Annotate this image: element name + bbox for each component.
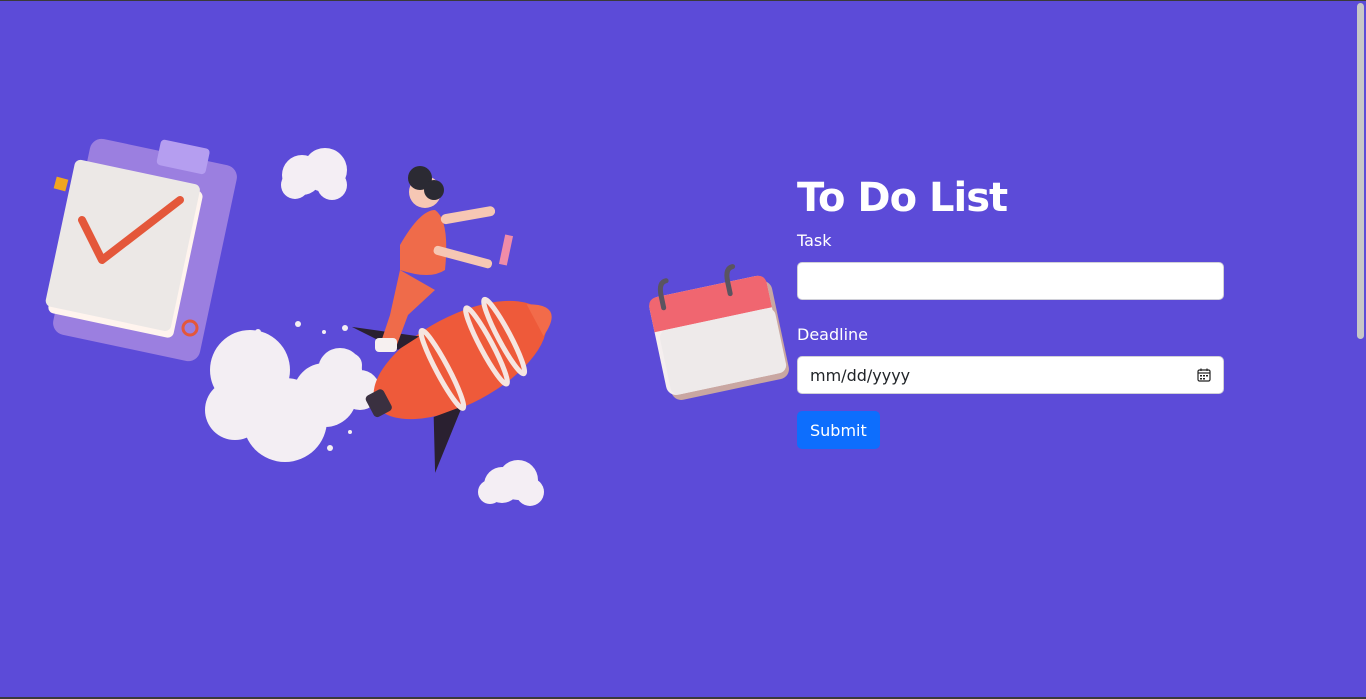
clipboard-checkmark-illustration [45, 138, 237, 362]
submit-button[interactable]: Submit [797, 411, 880, 449]
window-top-border [0, 0, 1366, 1]
rocket-rider-illustration [45, 138, 552, 506]
deadline-label: Deadline [797, 325, 868, 344]
deadline-input[interactable]: mm/dd/yyyy [810, 366, 910, 385]
deadline-field[interactable]: mm/dd/yyyy [797, 356, 1224, 394]
scrollbar-track[interactable] [1356, 1, 1366, 697]
todo-form: To Do List Task Deadline mm/dd/yyyy Subm… [797, 172, 1224, 449]
calendar-illustration [649, 264, 789, 400]
scrollbar-thumb[interactable] [1357, 3, 1364, 339]
task-field[interactable] [797, 262, 1224, 300]
task-input[interactable] [810, 270, 1211, 292]
task-label: Task [797, 231, 832, 250]
calendar-picker-icon[interactable] [1197, 368, 1211, 382]
page-title: To Do List [797, 175, 1008, 221]
